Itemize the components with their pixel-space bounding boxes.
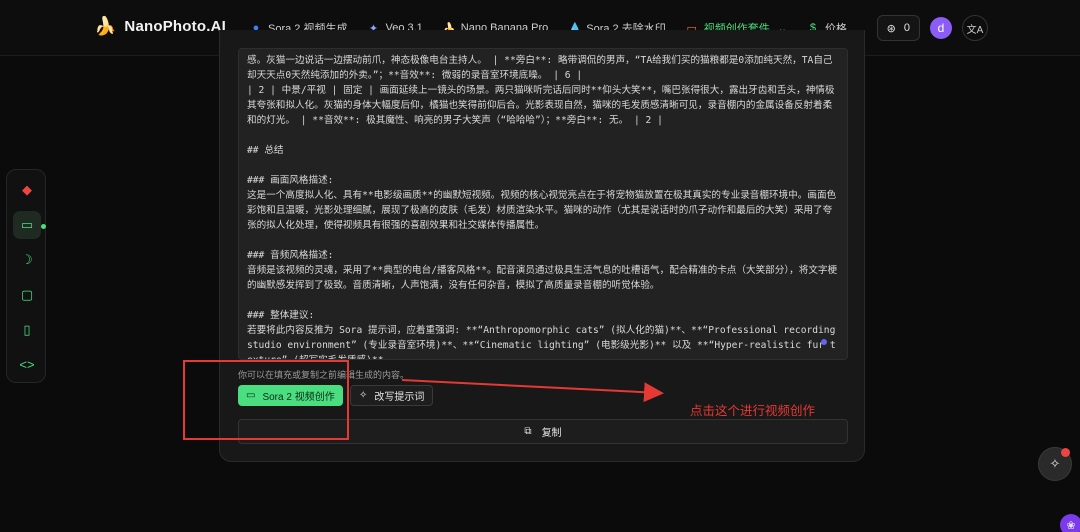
annotation-arrow xyxy=(401,379,664,403)
sparkle-icon: ✧ xyxy=(1049,456,1061,471)
brain-icon[interactable]: ❀ xyxy=(1060,514,1080,532)
annotation-text: 点击这个进行视频创作 xyxy=(690,404,816,418)
notification-badge xyxy=(1061,448,1070,457)
